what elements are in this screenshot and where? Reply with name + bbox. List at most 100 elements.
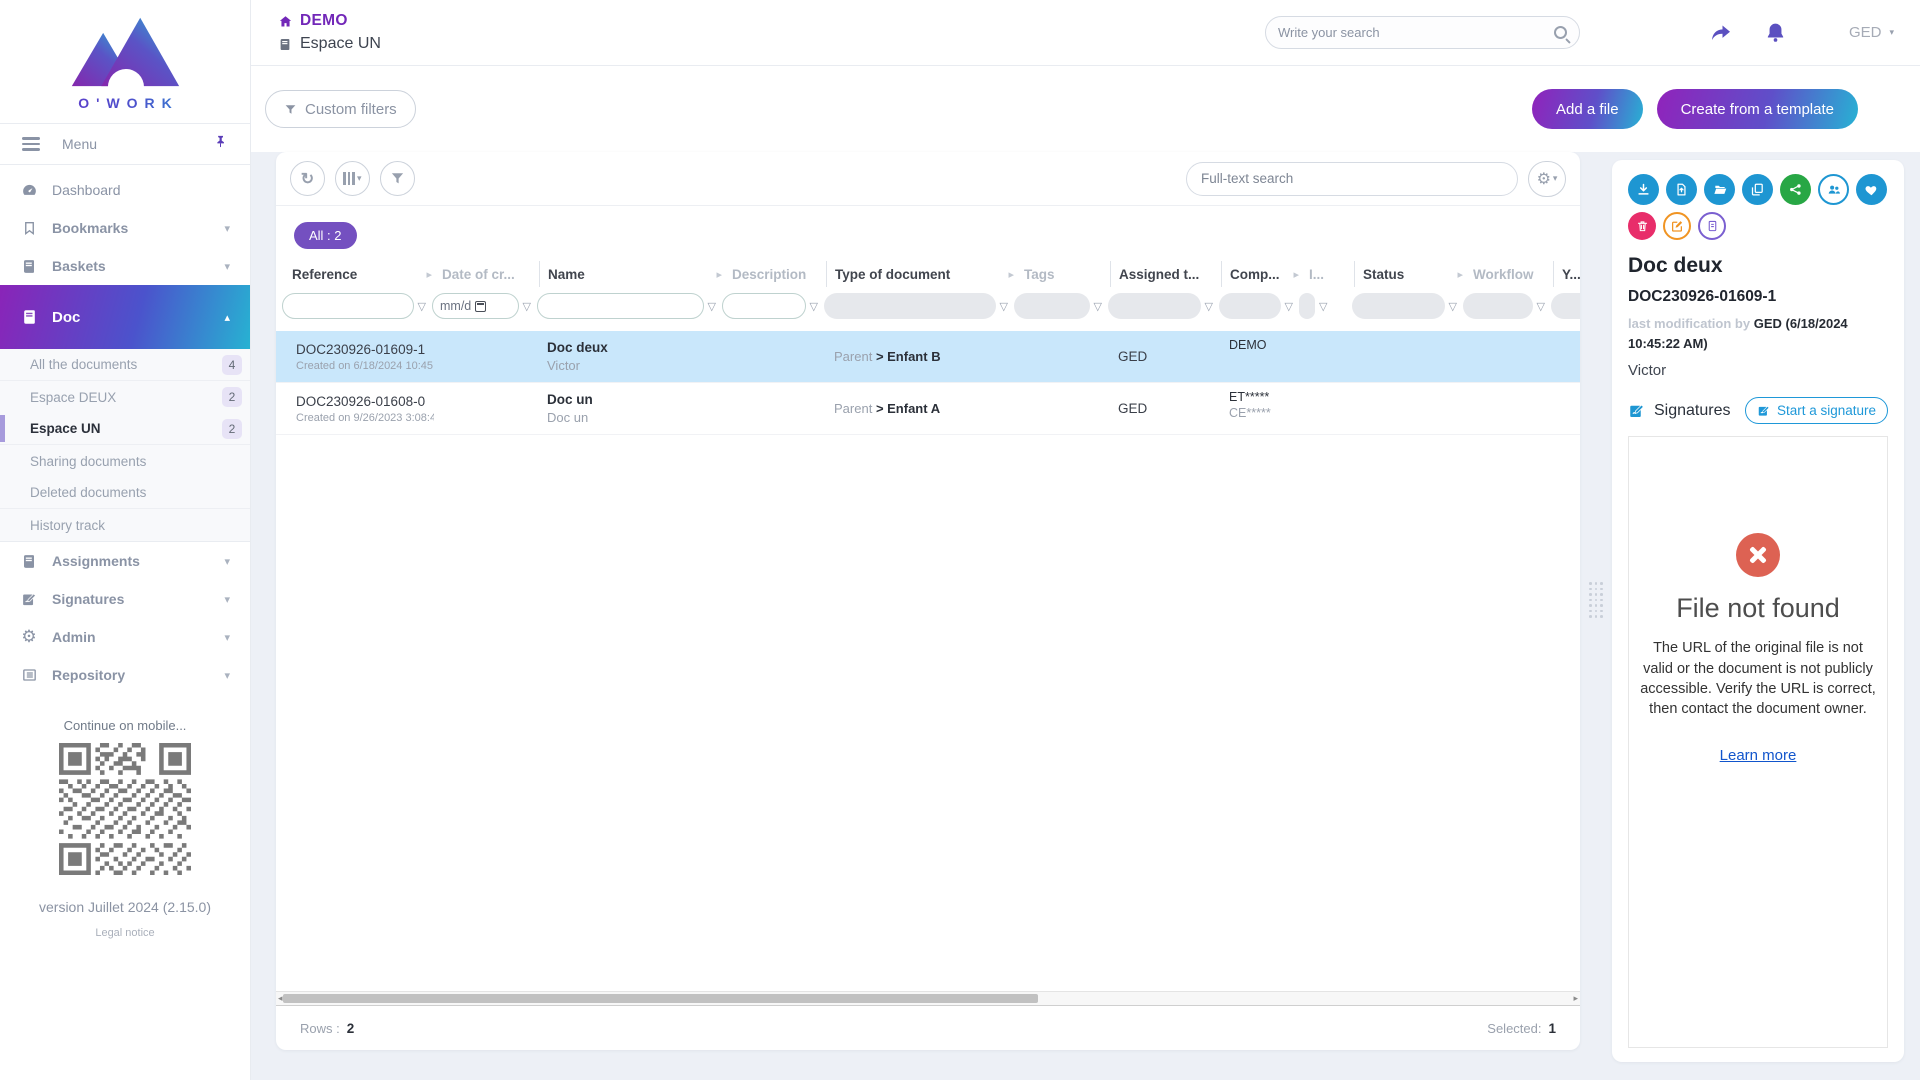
sidebar-item-assignments[interactable]: Assignments ▾: [0, 542, 250, 580]
table-header-row: Reference▸ Date of cr... Name▸ Descripti…: [276, 261, 1580, 287]
sidebar-item-sharing-documents[interactable]: Sharing documents: [0, 445, 250, 477]
copy-button[interactable]: [1742, 174, 1773, 205]
filter-funnel-icon[interactable]: ▽: [1285, 300, 1293, 313]
filter-funnel-icon[interactable]: ▽: [1319, 300, 1327, 313]
filter-funnel-icon[interactable]: ▽: [1449, 300, 1457, 313]
table-row[interactable]: DOC230926-01608-0 Created on 9/26/2023 3…: [276, 383, 1580, 435]
download-button[interactable]: [1628, 174, 1659, 205]
expand-icon[interactable]: ▸: [1457, 268, 1465, 281]
column-header-y[interactable]: Y...: [1553, 261, 1580, 287]
column-header-tags[interactable]: Tags: [1016, 261, 1110, 287]
filter-funnel-icon[interactable]: ▽: [1000, 300, 1008, 313]
horizontal-scrollbar[interactable]: ◂ ▸: [276, 991, 1580, 1006]
sidebar-item-deleted-documents[interactable]: Deleted documents: [0, 477, 250, 509]
share-button[interactable]: [1780, 174, 1811, 205]
folder-open-icon: [1712, 182, 1728, 197]
filter-funnel-icon[interactable]: ▽: [810, 300, 818, 313]
sidebar-item-history-track[interactable]: History track: [0, 509, 250, 541]
row-type-path: > Enfant B: [876, 349, 941, 364]
filter-funnel-icon[interactable]: ▽: [1205, 300, 1213, 313]
table-filter-row: ▽ mm/d ▽ ▽ ▽ ▽ ▽ ▽ ▽ ▽ ▽ ▽: [276, 287, 1580, 331]
column-header-i[interactable]: I...: [1301, 261, 1354, 287]
delete-button[interactable]: [1628, 212, 1656, 240]
all-count-badge[interactable]: All : 2: [294, 222, 357, 249]
sidebar-item-repository[interactable]: Repository ▾: [0, 656, 250, 694]
column-header-company[interactable]: Comp...▸: [1221, 261, 1301, 287]
menu-toggle[interactable]: Menu: [0, 123, 250, 165]
space-title: Espace UN: [278, 35, 381, 53]
sidebar-item-espace-deux[interactable]: Espace DEUX 2: [0, 381, 250, 413]
search-icon[interactable]: [1554, 26, 1567, 39]
column-header-type[interactable]: Type of document▸: [826, 261, 1016, 287]
filter-input-description[interactable]: [722, 293, 806, 319]
properties-button[interactable]: [1698, 212, 1726, 240]
scroll-right-arrow[interactable]: ▸: [1573, 993, 1578, 1004]
signatures-section: Signatures Start a signature: [1628, 397, 1888, 424]
edit-button[interactable]: [1663, 212, 1691, 240]
sidebar-item-all-documents[interactable]: All the documents 4: [0, 349, 250, 381]
breadcrumb-home[interactable]: DEMO: [278, 12, 381, 30]
calendar-icon[interactable]: [475, 301, 486, 312]
permissions-button[interactable]: [1818, 174, 1849, 205]
chevron-down-icon: ▾: [224, 222, 230, 235]
filter-funnel-icon[interactable]: ▽: [1537, 300, 1545, 313]
panel-resize-handle[interactable]: [1589, 582, 1603, 618]
learn-more-link[interactable]: Learn more: [1720, 747, 1797, 764]
expand-icon[interactable]: ▸: [1293, 268, 1301, 281]
sidebar-item-signatures[interactable]: Signatures ▾: [0, 580, 250, 618]
sidebar-item-espace-un[interactable]: Espace UN 2: [0, 413, 250, 445]
column-header-description[interactable]: Description: [724, 261, 826, 287]
refresh-icon: ↻: [301, 169, 314, 189]
global-search[interactable]: [1265, 16, 1580, 49]
sidebar-item-doc[interactable]: Doc ▴: [0, 285, 250, 349]
filter-funnel-icon[interactable]: ▽: [523, 300, 531, 313]
filter-disabled-tags: [1014, 293, 1090, 319]
share-button[interactable]: [1708, 21, 1734, 45]
column-header-assigned[interactable]: Assigned t...: [1110, 261, 1221, 287]
bell-icon: [1764, 21, 1787, 44]
filter-funnel-icon[interactable]: ▽: [418, 300, 426, 313]
copy-icon: [1750, 182, 1765, 197]
column-header-workflow[interactable]: Workflow: [1465, 261, 1553, 287]
scroll-left-arrow[interactable]: ◂: [278, 993, 283, 1004]
chevron-down-icon: ▾: [224, 260, 230, 273]
filter-funnel-icon[interactable]: ▽: [708, 300, 716, 313]
fulltext-search-input[interactable]: [1201, 171, 1503, 186]
filter-input-name[interactable]: [537, 293, 704, 319]
columns-button[interactable]: ▾: [335, 161, 370, 196]
user-menu[interactable]: GED ▾: [1849, 24, 1894, 41]
row-type-parent: Parent: [834, 401, 872, 416]
fulltext-search[interactable]: [1186, 162, 1518, 196]
filter-button[interactable]: [380, 161, 415, 196]
start-signature-button[interactable]: Start a signature: [1745, 397, 1888, 424]
add-version-button[interactable]: [1666, 174, 1697, 205]
doc-icon: [20, 308, 38, 326]
sidebar-item-dashboard[interactable]: Dashboard: [0, 171, 250, 209]
refresh-button[interactable]: ↻: [290, 161, 325, 196]
sidebar-item-baskets[interactable]: Baskets ▾: [0, 247, 250, 285]
open-folder-button[interactable]: [1704, 174, 1735, 205]
filter-funnel-icon[interactable]: ▽: [1094, 300, 1102, 313]
filter-input-reference[interactable]: [282, 293, 414, 319]
column-header-name[interactable]: Name▸: [539, 261, 724, 287]
table-settings-button[interactable]: ⚙ ▾: [1528, 161, 1566, 197]
add-file-button[interactable]: Add a file: [1532, 89, 1643, 129]
table-row[interactable]: DOC230926-01609-1 Created on 6/18/2024 1…: [276, 331, 1580, 383]
create-from-template-button[interactable]: Create from a template: [1657, 89, 1858, 129]
legal-notice-link[interactable]: Legal notice: [0, 927, 250, 939]
column-header-reference[interactable]: Reference▸: [284, 261, 434, 287]
expand-icon[interactable]: ▸: [1008, 268, 1016, 281]
expand-icon[interactable]: ▸: [426, 268, 434, 281]
custom-filters-button[interactable]: Custom filters: [265, 90, 416, 128]
expand-icon[interactable]: ▸: [716, 268, 724, 281]
scrollbar-thumb[interactable]: [283, 994, 1038, 1003]
sidebar-item-admin[interactable]: ⚙ Admin ▾: [0, 618, 250, 656]
sidebar-item-bookmarks[interactable]: Bookmarks ▾: [0, 209, 250, 247]
global-search-input[interactable]: [1278, 25, 1554, 40]
column-header-status[interactable]: Status▸: [1354, 261, 1465, 287]
notifications-button[interactable]: [1764, 21, 1787, 44]
filter-date-input[interactable]: mm/d: [432, 293, 519, 319]
favorite-button[interactable]: [1856, 174, 1887, 205]
pin-icon[interactable]: [213, 134, 228, 154]
column-header-date[interactable]: Date of cr...: [434, 261, 539, 287]
